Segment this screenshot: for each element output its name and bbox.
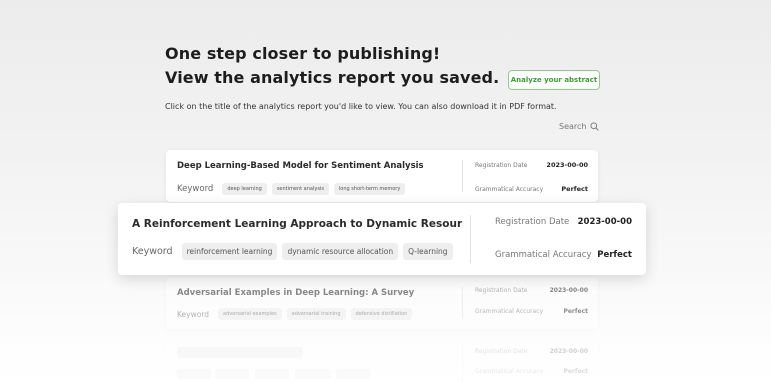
keyword-chip: defensive distillation	[350, 308, 413, 320]
page-title-line2: View the analytics report you saved.	[165, 68, 500, 87]
registration-date-row: Registration Date 2023-00-00	[475, 161, 588, 169]
registration-date-value: 2023-00-00	[577, 217, 632, 227]
keyword-chip: sentiment analysis	[271, 183, 329, 195]
grammatical-accuracy-label: Grammatical Accuracy	[475, 368, 544, 375]
card-divider	[470, 215, 471, 263]
grammatical-accuracy-value: Perfect	[597, 250, 632, 260]
grammatical-accuracy-row: Grammatical Accuracy Perfect	[475, 308, 588, 315]
analyze-abstract-button[interactable]: Analyze your abstract	[508, 70, 600, 90]
report-card-placeholder: Registration Date 2023-00-00 Grammatical…	[166, 335, 598, 382]
card-divider	[462, 160, 463, 192]
registration-date-row: Registration Date 2023-00-00	[475, 287, 588, 294]
keyword-chip: reinforcement learning	[181, 243, 278, 260]
grammatical-accuracy-row: Grammatical Accuracy Perfect	[475, 368, 588, 375]
registration-date-label: Registration Date	[475, 348, 528, 355]
search-icon	[590, 122, 600, 131]
grammatical-accuracy-row: Grammatical Accuracy Perfect	[475, 185, 588, 193]
grammatical-accuracy-label: Grammatical Accuracy	[475, 308, 544, 315]
keyword-chip: dynamic resource allocation	[282, 243, 399, 260]
search-label: Search	[559, 122, 587, 131]
keyword-label: Keyword	[132, 246, 173, 257]
grammatical-accuracy-value: Perfect	[563, 368, 588, 375]
keyword-label: Keyword	[177, 309, 210, 319]
keyword-placeholder	[336, 369, 370, 379]
keyword-chip: deep learning	[222, 183, 267, 195]
search-button[interactable]: Search	[559, 122, 600, 131]
grammatical-accuracy-value: Perfect	[561, 185, 588, 193]
registration-date-label: Registration Date	[475, 161, 528, 169]
keyword-placeholder	[177, 369, 211, 379]
report-card[interactable]: Adversarial Examples in Deep Learning: A…	[166, 277, 598, 329]
keyword-chip: adversarial training	[286, 308, 346, 320]
report-card-highlighted[interactable]: A Reinforcement Learning Approach to Dyn…	[118, 203, 646, 275]
card-divider	[462, 345, 463, 382]
keyword-placeholder	[295, 369, 331, 379]
registration-date-label: Registration Date	[495, 217, 570, 227]
grammatical-accuracy-label: Grammatical Accuracy	[495, 250, 592, 260]
keyword-chip: Q-learning	[403, 243, 453, 260]
keyword-placeholder	[255, 369, 289, 379]
keyword-row: Keyword reinforcement learning dynamic r…	[132, 243, 453, 260]
keyword-label: Keyword	[177, 184, 214, 194]
registration-date-label: Registration Date	[475, 287, 528, 294]
report-title[interactable]: A Reinforcement Learning Approach to Dyn…	[132, 218, 462, 230]
registration-date-row: Registration Date 2023-00-00	[475, 348, 588, 355]
registration-date-value: 2023-00-00	[549, 348, 588, 355]
report-title[interactable]: Adversarial Examples in Deep Learning: A…	[177, 288, 414, 298]
page-title-line1: One step closer to publishing!	[165, 44, 441, 63]
grammatical-accuracy-value: Perfect	[563, 308, 588, 315]
report-title[interactable]: Deep Learning-Based Model for Sentiment …	[177, 161, 424, 171]
keyword-placeholder	[215, 369, 249, 379]
report-card[interactable]: Deep Learning-Based Model for Sentiment …	[166, 150, 598, 202]
registration-date-row: Registration Date 2023-00-00	[495, 217, 632, 227]
grammatical-accuracy-row: Grammatical Accuracy Perfect	[495, 250, 632, 260]
instruction-text: Click on the title of the analytics repo…	[165, 102, 557, 111]
grammatical-accuracy-label: Grammatical Accuracy	[475, 185, 544, 193]
card-divider	[462, 287, 463, 319]
keyword-chip: adversarial examples	[218, 308, 282, 320]
keyword-chip: long short-term memory	[333, 183, 406, 195]
keyword-row: Keyword deep learning sentiment analysis…	[177, 183, 406, 195]
page-frame: One step closer to publishing! View the …	[0, 0, 771, 382]
registration-date-value: 2023-00-00	[546, 161, 588, 169]
registration-date-value: 2023-00-00	[549, 287, 588, 294]
title-placeholder	[177, 347, 303, 358]
keyword-row: Keyword adversarial examples adversarial…	[177, 308, 413, 320]
